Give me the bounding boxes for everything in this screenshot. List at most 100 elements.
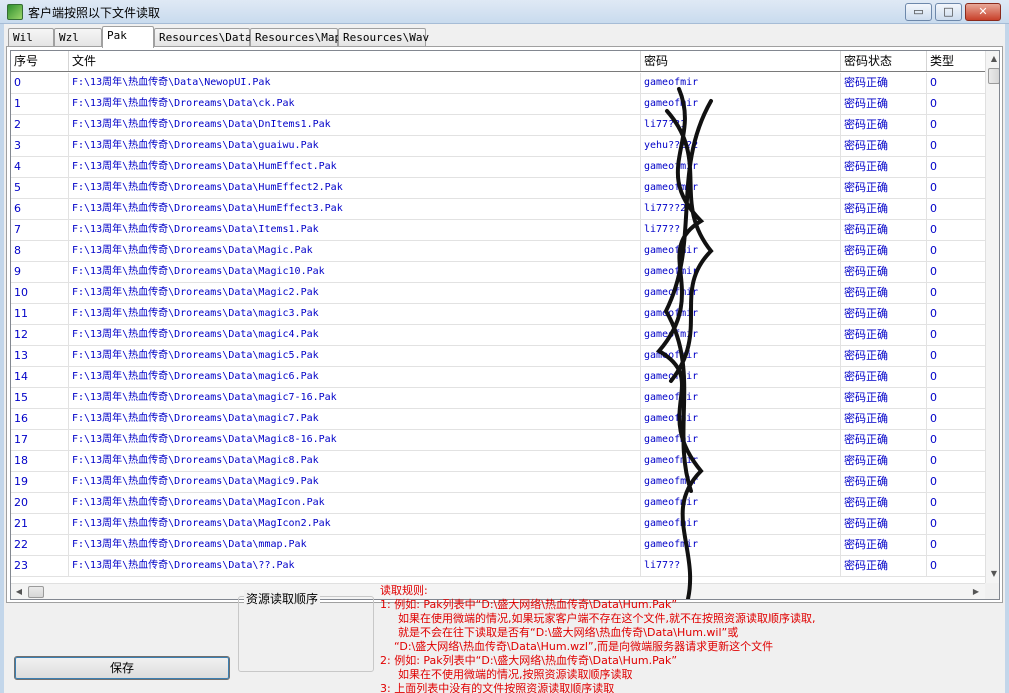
table-row[interactable]: 8 F:\13周年\热血传奇\Droreams\Data\Magic.Pak gam…: [11, 241, 985, 262]
table-row[interactable]: 1 F:\13周年\热血传奇\Droreams\Data\ck.Pak gameof…: [11, 94, 985, 115]
cell-index: 7: [11, 220, 69, 240]
save-button[interactable]: 保存: [14, 656, 230, 680]
tab-panel-pak: 序号 文件 密码 密码状态 类型 0 F:\13周年\热血传奇\Data\Newo…: [6, 46, 1003, 603]
table-row[interactable]: 6 F:\13周年\热血传奇\Droreams\Data\HumEffect3.P…: [11, 199, 985, 220]
cell-file: F:\13周年\热血传奇\Droreams\Data\magic3.Pak: [69, 304, 641, 324]
cell-password-status: 密码正确: [841, 367, 927, 387]
table-row[interactable]: 7 F:\13周年\热血传奇\Droreams\Data\Items1.Pak li…: [11, 220, 985, 241]
table-row[interactable]: 10 F:\13周年\热血传奇\Droreams\Data\Magic2.Pak g…: [11, 283, 985, 304]
tab-wzl[interactable]: Wzl: [54, 28, 102, 47]
cell-password-status: 密码正确: [841, 556, 927, 576]
column-header-index[interactable]: 序号: [11, 51, 69, 71]
table-row[interactable]: 22 F:\13周年\热血传奇\Droreams\Data\mmap.Pak gam…: [11, 535, 985, 556]
read-rules-text: 读取规则: 1: 例如: Pak列表中“D:\盛大网络\热血传奇\Data\Hu…: [380, 584, 900, 693]
app-icon: [7, 4, 23, 20]
cell-password: gameofmir: [641, 514, 841, 534]
table-row[interactable]: 5 F:\13周年\热血传奇\Droreams\Data\HumEffect2.P…: [11, 178, 985, 199]
column-header-type[interactable]: 类型: [927, 51, 985, 71]
cell-index: 1: [11, 94, 69, 114]
cell-password-status: 密码正确: [841, 325, 927, 345]
cell-type: 0: [930, 559, 937, 572]
cell-index: 16: [11, 409, 69, 429]
cell-password: gameofmir: [641, 430, 841, 450]
cell-file: F:\13周年\热血传奇\Droreams\Data\Magic8-16.Pak: [69, 430, 641, 450]
tab-resources-data[interactable]: Resources\Data: [154, 28, 252, 47]
cell-password: li77??2: [641, 199, 841, 219]
cell-password: gameofmir: [641, 262, 841, 282]
cell-password: gameofmir: [641, 409, 841, 429]
close-button[interactable]: ✕: [965, 3, 1001, 21]
cell-file: F:\13周年\热血传奇\Droreams\Data\Magic2.Pak: [69, 283, 641, 303]
maximize-button[interactable]: □: [935, 3, 962, 21]
table-row[interactable]: 11 F:\13周年\热血传奇\Droreams\Data\magic3.Pak g…: [11, 304, 985, 325]
cell-password-status: 密码正确: [841, 451, 927, 471]
cell-password: gameofmir: [641, 325, 841, 345]
scrollbar-corner: [985, 583, 999, 599]
horizontal-scroll-thumb[interactable]: [28, 586, 44, 598]
rule-line: 2: 例如: Pak列表中“D:\盛大网络\热血传奇\Data\Hum.Pak”: [380, 654, 678, 667]
tab-pak[interactable]: Pak: [102, 26, 154, 48]
cell-file: F:\13周年\热血传奇\Droreams\Data\magic5.Pak: [69, 346, 641, 366]
cell-type: 0: [930, 307, 937, 320]
cell-index: 4: [11, 157, 69, 177]
scroll-up-icon[interactable]: ▲: [986, 51, 999, 67]
table-row[interactable]: 3 F:\13周年\热血传奇\Droreams\Data\guaiwu.Pak ye…: [11, 136, 985, 157]
table-row[interactable]: 14 F:\13周年\热血传奇\Droreams\Data\magic6.Pak g…: [11, 367, 985, 388]
minimize-button[interactable]: ▭: [905, 3, 932, 21]
pak-file-grid[interactable]: 序号 文件 密码 密码状态 类型 0 F:\13周年\热血传奇\Data\Newo…: [10, 50, 1000, 600]
table-row[interactable]: 21 F:\13周年\热血传奇\Droreams\Data\MagIcon2.Pa…: [11, 514, 985, 535]
table-row[interactable]: 2 F:\13周年\热血传奇\Droreams\Data\DnItems1.Pak…: [11, 115, 985, 136]
vertical-scrollbar[interactable]: ▲ ▼: [985, 51, 999, 583]
cell-file: F:\13周年\热血传奇\Droreams\Data\MagIcon.Pak: [69, 493, 641, 513]
table-row[interactable]: 19 F:\13周年\热血传奇\Droreams\Data\Magic9.Pak g…: [11, 472, 985, 493]
table-row[interactable]: 9 F:\13周年\热血传奇\Droreams\Data\Magic10.Pak g…: [11, 262, 985, 283]
cell-file: F:\13周年\热血传奇\Data\NewopUI.Pak: [69, 73, 641, 93]
table-row[interactable]: 20 F:\13周年\热血传奇\Droreams\Data\MagIcon.Pak…: [11, 493, 985, 514]
cell-password-status: 密码正确: [841, 115, 927, 135]
table-row[interactable]: 15 F:\13周年\热血传奇\Droreams\Data\magic7-16.P…: [11, 388, 985, 409]
scroll-right-icon[interactable]: ▶: [968, 584, 984, 599]
resource-order-title: 资源读取顺序: [244, 590, 321, 607]
table-row[interactable]: 13 F:\13周年\热血传奇\Droreams\Data\magic5.Pak g…: [11, 346, 985, 367]
cell-index: 8: [11, 241, 69, 261]
cell-password-status: 密码正确: [841, 283, 927, 303]
cell-password-status: 密码正确: [841, 430, 927, 450]
cell-password-status: 密码正确: [841, 178, 927, 198]
cell-password: gameofmir: [641, 472, 841, 492]
cell-password: gameofmir: [641, 451, 841, 471]
column-header-password-status[interactable]: 密码状态: [841, 51, 927, 71]
vertical-scroll-thumb[interactable]: [988, 68, 999, 84]
cell-file: F:\13周年\热血传奇\Droreams\Data\HumEffect3.Pa…: [69, 199, 641, 219]
rule-line: 3: 上面列表中没有的文件按照资源读取顺序读取: [380, 682, 615, 693]
cell-password: yehu??2?2: [641, 136, 841, 156]
table-row[interactable]: 23 F:\13周年\热血传奇\Droreams\Data\??.Pak li77?…: [11, 556, 985, 577]
rule-line: 如果在使用微端的情况,如果玩家客户端不存在这个文件,就不在按照资源读取顺序读取,: [398, 612, 816, 625]
scroll-left-icon[interactable]: ◀: [11, 584, 27, 599]
cell-index: 12: [11, 325, 69, 345]
cell-type: 0: [930, 76, 937, 89]
cell-index: 17: [11, 430, 69, 450]
rule-line: 1: 例如: Pak列表中“D:\盛大网络\热血传奇\Data\Hum.Pak”: [380, 598, 678, 611]
cell-password: gameofmir: [641, 73, 841, 93]
tab-wil[interactable]: Wil: [8, 28, 54, 47]
cell-type: 0: [930, 538, 937, 551]
table-row[interactable]: 12 F:\13周年\热血传奇\Droreams\Data\magic4.Pak g…: [11, 325, 985, 346]
tab-resources-map[interactable]: Resources\Map: [250, 28, 341, 47]
cell-password-status: 密码正确: [841, 388, 927, 408]
table-row[interactable]: 4 F:\13周年\热血传奇\Droreams\Data\HumEffect.Pa…: [11, 157, 985, 178]
cell-password-status: 密码正确: [841, 535, 927, 555]
cell-password-status: 密码正确: [841, 94, 927, 114]
scroll-down-icon[interactable]: ▼: [986, 566, 999, 582]
cell-index: 19: [11, 472, 69, 492]
cell-type: 0: [930, 496, 937, 509]
table-row[interactable]: 0 F:\13周年\热血传奇\Data\NewopUI.Pak gameofmir 密…: [11, 73, 985, 94]
tab-resources-wav[interactable]: Resources\Wav: [338, 28, 429, 47]
table-row[interactable]: 16 F:\13周年\热血传奇\Droreams\Data\magic7.Pak g…: [11, 409, 985, 430]
cell-index: 0: [11, 73, 69, 93]
table-row[interactable]: 18 F:\13周年\热血传奇\Droreams\Data\Magic8.Pak g…: [11, 451, 985, 472]
column-header-file[interactable]: 文件: [69, 51, 641, 71]
table-row[interactable]: 17 F:\13周年\热血传奇\Droreams\Data\Magic8-16.P…: [11, 430, 985, 451]
column-header-password[interactable]: 密码: [641, 51, 841, 71]
cell-file: F:\13周年\热血传奇\Droreams\Data\magic7-16.Pak: [69, 388, 641, 408]
cell-password: gameofmir: [641, 493, 841, 513]
